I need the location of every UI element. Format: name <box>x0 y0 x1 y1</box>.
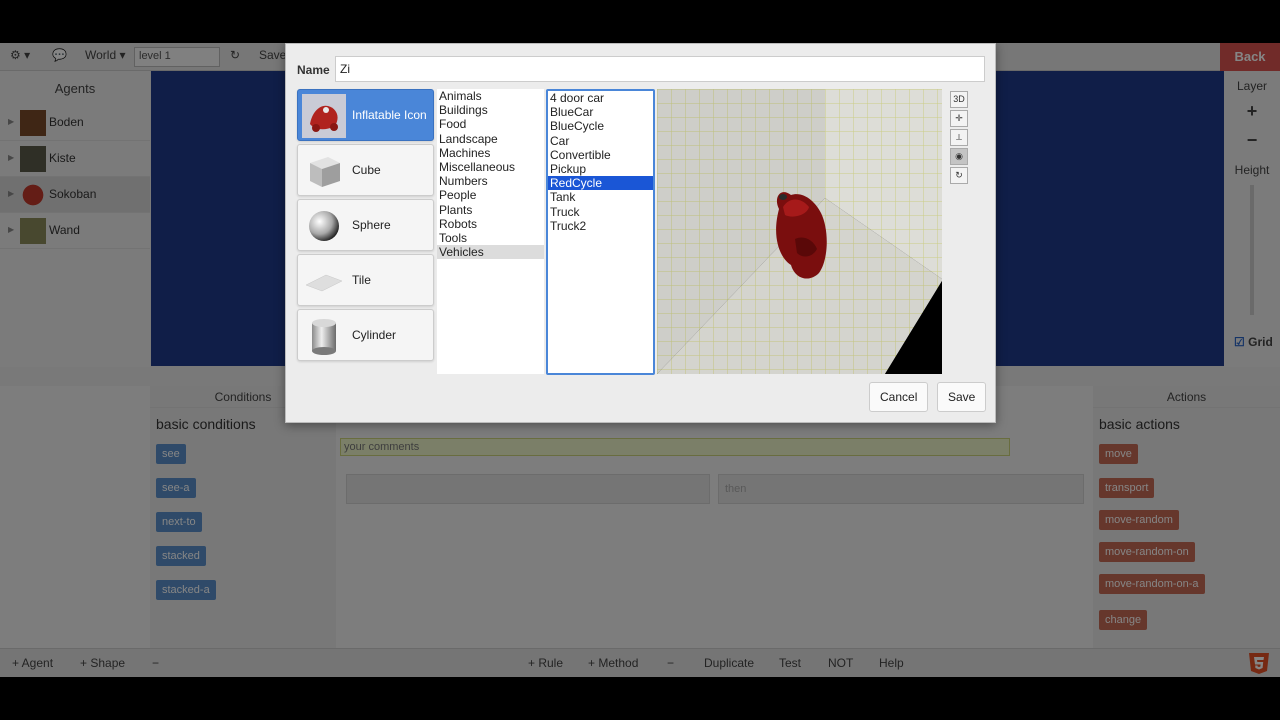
move-icon[interactable]: ✛ <box>950 110 968 127</box>
category-item[interactable]: Numbers <box>437 174 544 188</box>
reset-icon[interactable]: ↻ <box>950 167 968 184</box>
shape-preview-3d[interactable] <box>657 89 942 374</box>
category-item-selected[interactable]: Vehicles <box>437 245 544 260</box>
preview-toolbar: 3D ✛ ⟂ ◉ ↻ <box>950 91 970 186</box>
rotate-axis-icon[interactable]: ⟂ <box>950 129 968 146</box>
shape-cube-button[interactable]: Cube <box>297 144 434 196</box>
shape-picker-dialog: Name Inflatable Icon Cube Sphere Tile Cy… <box>285 43 996 423</box>
shape-label: Cylinder <box>352 328 397 342</box>
inflatable-icon-thumbnail-icon <box>302 94 346 138</box>
category-item[interactable]: Landscape <box>437 132 544 146</box>
item-entry[interactable]: BlueCycle <box>548 119 653 133</box>
shape-cylinder-button[interactable]: Cylinder <box>297 309 434 361</box>
shape-label: Sphere <box>352 218 391 232</box>
category-item[interactable]: Food <box>437 117 544 131</box>
category-list: Animals Buildings Food Landscape Machine… <box>437 89 544 374</box>
category-item[interactable]: People <box>437 188 544 202</box>
sphere-icon <box>302 204 346 248</box>
shape-sphere-button[interactable]: Sphere <box>297 199 434 251</box>
letterbox-top <box>0 0 1280 43</box>
category-item[interactable]: Tools <box>437 231 544 245</box>
category-item[interactable]: Miscellaneous <box>437 160 544 174</box>
item-entry[interactable]: BlueCar <box>548 105 653 119</box>
item-entry[interactable]: Truck <box>548 205 653 219</box>
item-entry[interactable]: Truck2 <box>548 219 653 233</box>
category-item[interactable]: Buildings <box>437 103 544 117</box>
tile-icon <box>302 259 346 303</box>
shape-label: Tile <box>352 273 371 287</box>
name-label: Name <box>297 63 330 77</box>
category-item[interactable]: Animals <box>437 89 544 103</box>
category-item[interactable]: Plants <box>437 203 544 217</box>
item-entry[interactable]: 4 door car <box>548 91 653 105</box>
letterbox-bottom <box>0 677 1280 720</box>
shape-label: Cube <box>352 163 381 177</box>
item-entry-selected[interactable]: RedCycle <box>548 176 653 191</box>
cube-icon <box>302 149 346 193</box>
shape-tile-button[interactable]: Tile <box>297 254 434 306</box>
cancel-button[interactable]: Cancel <box>869 382 929 412</box>
shape-label: Inflatable Icon <box>352 108 427 122</box>
item-entry[interactable]: Convertible <box>548 148 653 162</box>
save-button[interactable]: Save <box>937 382 987 412</box>
shape-inflatable-icon-button[interactable]: Inflatable Icon <box>297 89 434 141</box>
category-item[interactable]: Machines <box>437 146 544 160</box>
3d-view-icon[interactable]: 3D <box>950 91 968 108</box>
name-input[interactable] <box>335 56 985 82</box>
category-item[interactable]: Robots <box>437 217 544 231</box>
item-entry[interactable]: Tank <box>548 190 653 204</box>
item-entry[interactable]: Car <box>548 134 653 148</box>
cylinder-icon <box>302 314 346 358</box>
item-list: 4 door car BlueCar BlueCycle Car Convert… <box>546 89 655 375</box>
orbit-icon[interactable]: ◉ <box>950 148 968 165</box>
item-entry[interactable]: Pickup <box>548 162 653 176</box>
